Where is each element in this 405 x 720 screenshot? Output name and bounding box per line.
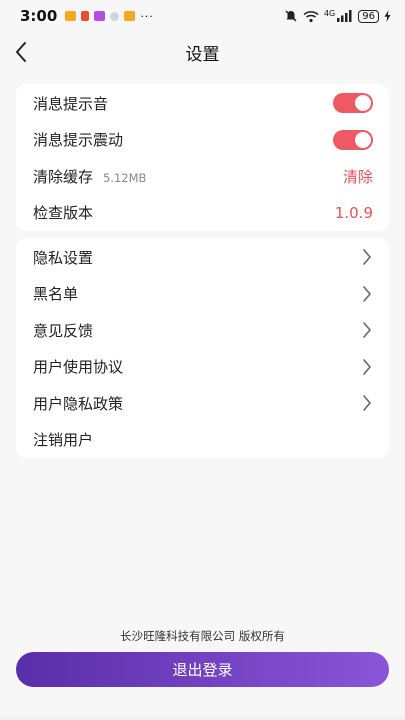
signal-icon (337, 10, 352, 22)
message-sound-row: 消息提示音 (16, 85, 389, 122)
menu-card: 隐私设置 黑名单 意见反馈 用户使用协议 用户隐私政策 注销用户 (16, 238, 389, 458)
menu-item-privacy-settings[interactable]: 隐私设置 (16, 239, 389, 276)
charging-icon (384, 10, 391, 22)
chevron-right-icon (361, 285, 373, 303)
gesture-bar-area (0, 716, 405, 720)
chevron-right-icon (361, 358, 373, 376)
check-version-label: 检查版本 (33, 204, 94, 223)
network-type: 4G (323, 9, 336, 18)
status-bar: 3:00 ··· 4G 96 (0, 0, 405, 32)
clear-cache-button[interactable]: 清除 (343, 166, 373, 187)
toggle-knob (355, 131, 371, 148)
menu-item-label: 隐私设置 (33, 248, 94, 267)
menu-item-label: 用户隐私政策 (33, 394, 124, 413)
menu-item-blacklist[interactable]: 黑名单 (16, 276, 389, 313)
menu-item-label: 意见反馈 (33, 321, 94, 340)
toggle-knob (355, 95, 371, 112)
copyright-text: 长沙旺隆科技有限公司 版权所有 (120, 629, 285, 643)
back-arrow-icon (16, 42, 26, 62)
menu-item-privacy-policy[interactable]: 用户隐私政策 (16, 385, 389, 422)
clear-cache-row: 清除缓存 5.12MB 清除 (16, 158, 389, 195)
cache-size: 5.12MB (103, 170, 147, 185)
logout-button[interactable]: 退出登录 (16, 652, 389, 687)
mute-bell-icon (285, 10, 297, 22)
settings-card: 消息提示音 消息提示震动 清除缓存 5.12MB 清除 检查版本 1.0.9 (16, 84, 389, 231)
message-vibrate-toggle[interactable] (333, 129, 373, 150)
chevron-right-icon (361, 321, 373, 339)
message-vibrate-row: 消息提示震动 (16, 122, 389, 159)
more-notifications-icon: ··· (140, 9, 154, 23)
version-number: 1.0.9 (334, 203, 373, 222)
menu-item-delete-account[interactable]: 注销用户 (16, 422, 389, 459)
notification-icon (65, 11, 77, 21)
chevron-right-icon (361, 248, 373, 266)
menu-item-label: 注销用户 (33, 431, 94, 450)
menu-item-user-agreement[interactable]: 用户使用协议 (16, 349, 389, 386)
battery-level: 96 (358, 9, 379, 23)
menu-item-label: 黑名单 (33, 285, 79, 304)
menu-item-feedback[interactable]: 意见反馈 (16, 312, 389, 349)
status-time: 3:00 (20, 7, 58, 25)
notification-icon (110, 11, 120, 21)
menu-item-label: 用户使用协议 (33, 358, 124, 377)
back-button[interactable] (14, 40, 38, 64)
check-version-row[interactable]: 检查版本 1.0.9 (16, 195, 389, 232)
clear-cache-label: 清除缓存 (33, 167, 94, 186)
nav-bar: 设置 (0, 32, 405, 72)
notification-icon (81, 11, 90, 21)
chevron-right-icon (361, 394, 373, 412)
wifi-icon (303, 10, 319, 22)
message-sound-label: 消息提示音 (33, 94, 109, 113)
page-title: 设置 (185, 44, 220, 65)
notification-icon (94, 11, 106, 21)
message-sound-toggle[interactable] (333, 93, 373, 114)
notification-icon (124, 11, 136, 21)
message-vibrate-label: 消息提示震动 (33, 131, 124, 150)
